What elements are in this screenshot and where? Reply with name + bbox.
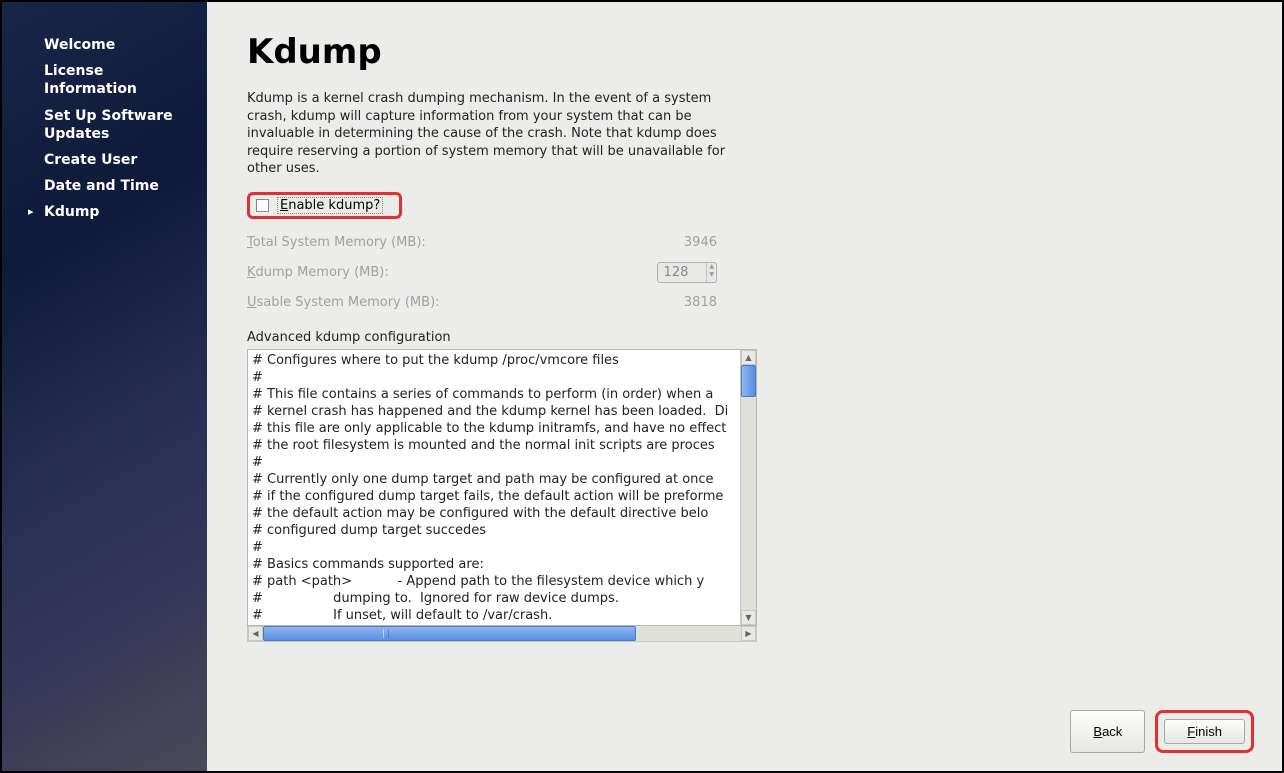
sidebar-item-create-user[interactable]: Create User [2, 147, 207, 173]
enable-kdump-row[interactable]: Enable kdump? [247, 192, 402, 219]
vscroll-thumb[interactable] [741, 365, 756, 397]
hscroll-thumb[interactable] [263, 626, 636, 641]
vertical-scrollbar[interactable]: ▲ ▼ [740, 350, 756, 625]
config-textarea[interactable]: # Configures where to put the kdump /pro… [248, 350, 740, 625]
spin-down-icon[interactable]: ▼ [707, 271, 716, 279]
kdump-memory-row: Kdump Memory (MB): 128 ▲▼ [247, 256, 717, 289]
firstboot-window: Welcome License Information Set Up Softw… [2, 2, 1282, 771]
kdump-description: Kdump is a kernel crash dumping mechanis… [247, 90, 747, 178]
memory-table: Total System Memory (MB): 3946 Kdump Mem… [247, 229, 717, 316]
config-textarea-wrap: # Configures where to put the kdump /pro… [247, 349, 757, 626]
total-memory-label: Total System Memory (MB): [247, 235, 426, 250]
sidebar-item-updates[interactable]: Set Up Software Updates [2, 103, 207, 147]
page-title: Kdump [247, 32, 1242, 72]
scroll-left-icon[interactable]: ◀ [248, 626, 263, 641]
footer-buttons: Back Finish [1070, 710, 1254, 753]
usable-memory-value: 3818 [684, 295, 717, 310]
sidebar-item-welcome[interactable]: Welcome [2, 32, 207, 58]
kdump-memory-label: Kdump Memory (MB): [247, 265, 389, 280]
spin-up-icon[interactable]: ▲ [707, 263, 716, 271]
hscroll-track[interactable] [263, 626, 741, 641]
spinbox-arrows[interactable]: ▲▼ [706, 263, 716, 282]
usable-memory-label: Usable System Memory (MB): [247, 295, 440, 310]
enable-kdump-label: Enable kdump? [277, 197, 383, 214]
total-memory-value: 3946 [684, 235, 717, 250]
scroll-up-icon[interactable]: ▲ [741, 350, 756, 365]
config-wrap: # Configures where to put the kdump /pro… [247, 349, 757, 642]
back-button[interactable]: Back [1070, 710, 1145, 753]
finish-button[interactable]: Finish [1164, 719, 1245, 744]
scroll-down-icon[interactable]: ▼ [741, 610, 756, 625]
finish-highlight: Finish [1155, 710, 1254, 753]
enable-kdump-checkbox[interactable] [256, 199, 269, 212]
advanced-config-label: Advanced kdump configuration [247, 330, 1242, 345]
vscroll-track[interactable] [741, 365, 756, 610]
usable-memory-row: Usable System Memory (MB): 3818 [247, 289, 717, 316]
sidebar: Welcome License Information Set Up Softw… [2, 2, 207, 771]
sidebar-item-date-time[interactable]: Date and Time [2, 173, 207, 199]
main-content: Kdump Kdump is a kernel crash dumping me… [207, 2, 1282, 771]
scroll-right-icon[interactable]: ▶ [741, 626, 756, 641]
kdump-memory-value: 128 [658, 263, 707, 282]
sidebar-item-license[interactable]: License Information [2, 58, 207, 102]
sidebar-item-kdump[interactable]: Kdump [2, 199, 207, 225]
horizontal-scrollbar[interactable]: ◀ ▶ [247, 626, 757, 642]
total-memory-row: Total System Memory (MB): 3946 [247, 229, 717, 256]
kdump-memory-spinbox[interactable]: 128 ▲▼ [657, 262, 717, 283]
